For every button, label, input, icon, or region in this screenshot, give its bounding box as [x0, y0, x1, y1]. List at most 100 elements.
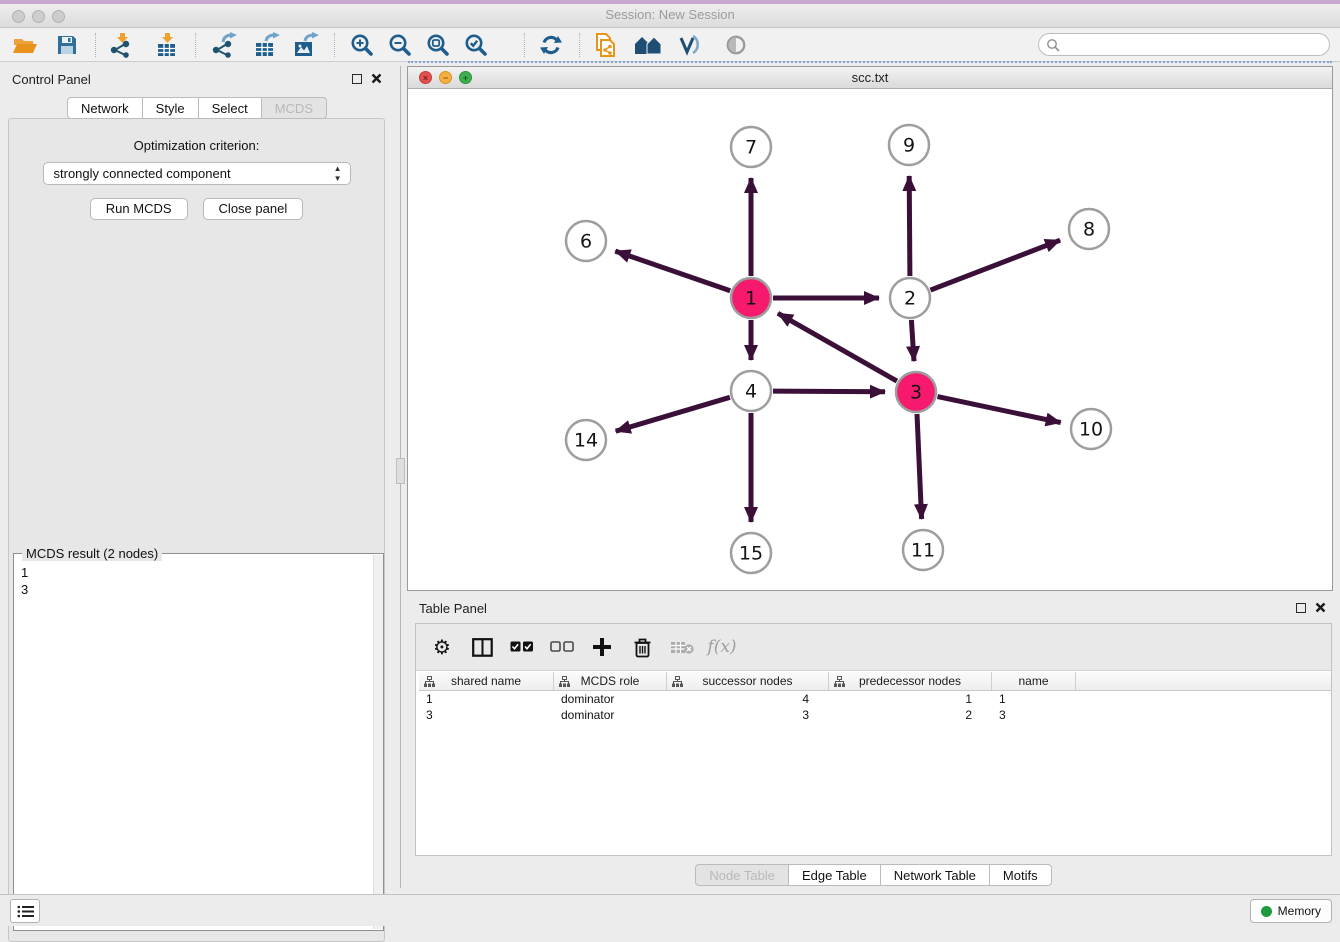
cell-predecessor-nodes[interactable]: 2: [829, 707, 992, 723]
graph-edge-2-3[interactable]: [911, 320, 914, 361]
network-window-titlebar[interactable]: × − + scc.txt: [408, 67, 1332, 89]
criterion-select[interactable]: strongly connected component ▲▼: [43, 162, 351, 185]
column-type-icon: [834, 676, 845, 687]
svg-text:6: 6: [580, 231, 592, 253]
table-toolbar: ⚙: [416, 624, 1331, 671]
zoom-in-button[interactable]: [343, 30, 381, 60]
cell-name[interactable]: 3: [992, 707, 1076, 723]
table-panel-float-icon[interactable]: [1296, 603, 1306, 613]
cell-predecessor-nodes[interactable]: 1: [829, 691, 992, 707]
eye-icon: [725, 34, 747, 56]
column-layout-button[interactable]: [469, 634, 495, 660]
cell-shared-name[interactable]: 1: [419, 691, 554, 707]
table-panel-close-icon[interactable]: [1315, 602, 1326, 613]
table-body: 1dominator4113dominator323: [419, 691, 1331, 723]
clone-network-button[interactable]: [586, 30, 624, 60]
mcds-result-text[interactable]: 1 3: [15, 562, 371, 929]
control-panel-close-icon[interactable]: [371, 73, 382, 84]
save-session-button[interactable]: [48, 30, 86, 60]
column-header-name[interactable]: name: [992, 672, 1076, 690]
graph-node-14[interactable]: 14: [566, 420, 606, 460]
graph-node-7[interactable]: 7: [731, 127, 771, 167]
cell-successor-nodes[interactable]: 4: [667, 691, 829, 707]
column-type-icon: [672, 676, 683, 687]
tab-mcds[interactable]: MCDS: [262, 97, 327, 119]
table-settings-button[interactable]: ⚙: [429, 634, 455, 660]
graph-edge-1-6[interactable]: [615, 251, 730, 291]
graph-edge-3-1[interactable]: [778, 313, 897, 381]
clear-column-selection-button[interactable]: [549, 634, 575, 660]
refresh-view-button[interactable]: [532, 30, 570, 60]
toolbar-separator: [334, 33, 335, 57]
column-header-mcds-role[interactable]: MCDS role: [554, 672, 667, 690]
graph-node-1[interactable]: 1: [731, 278, 771, 318]
graph-node-15[interactable]: 15: [731, 533, 771, 573]
tab-network-table[interactable]: Network Table: [881, 864, 990, 886]
tab-select[interactable]: Select: [199, 97, 262, 119]
column-header-successor-nodes[interactable]: successor nodes: [667, 672, 829, 690]
graph-node-6[interactable]: 6: [566, 221, 606, 261]
svg-text:11: 11: [911, 540, 935, 562]
select-all-columns-button[interactable]: [509, 634, 535, 660]
hide-graphics-details-button[interactable]: [717, 30, 755, 60]
svg-text:9: 9: [903, 135, 915, 157]
cell-name[interactable]: 1: [992, 691, 1076, 707]
graph-node-8[interactable]: 8: [1069, 209, 1109, 249]
export-image-button[interactable]: [286, 30, 324, 60]
plus-icon: [593, 638, 611, 656]
cell-mcds-role[interactable]: dominator: [554, 707, 667, 723]
zoom-fit-button[interactable]: [419, 30, 457, 60]
panel-splitter-handle[interactable]: [396, 458, 405, 484]
search-input[interactable]: [1064, 36, 1329, 54]
control-panel-float-icon[interactable]: [352, 74, 362, 84]
tab-node-table[interactable]: Node Table: [695, 864, 789, 886]
network-canvas[interactable]: 7 9 6 8 1 2 4 3 14 10 15 11: [408, 89, 1332, 590]
zoom-selected-button[interactable]: [457, 30, 495, 60]
graph-node-4[interactable]: 4: [731, 371, 771, 411]
function-builder-icon: f(x): [707, 637, 736, 657]
cell-shared-name[interactable]: 3: [419, 707, 554, 723]
column-header-shared-name[interactable]: shared name: [419, 672, 554, 690]
zoom-out-button[interactable]: [381, 30, 419, 60]
memory-status-icon: [1261, 906, 1272, 917]
graph-edge-3-10[interactable]: [938, 397, 1061, 423]
function-builder-button[interactable]: f(x): [709, 634, 735, 660]
graph-node-3[interactable]: 3: [896, 372, 936, 412]
delete-table-button[interactable]: [669, 634, 695, 660]
export-network-button[interactable]: [204, 30, 242, 60]
tab-edge-table[interactable]: Edge Table: [789, 864, 881, 886]
memory-button[interactable]: Memory: [1250, 899, 1332, 923]
trash-icon: [633, 637, 652, 658]
import-table-icon: [154, 32, 180, 58]
graph-edge-3-11[interactable]: [917, 414, 922, 519]
graph-node-9[interactable]: 9: [889, 125, 929, 165]
close-panel-button[interactable]: Close panel: [203, 198, 304, 220]
graph-node-10[interactable]: 10: [1071, 409, 1111, 449]
import-network-button[interactable]: [102, 30, 140, 60]
column-header-predecessor-nodes[interactable]: predecessor nodes: [829, 672, 992, 690]
import-network-icon: [108, 32, 134, 58]
graph-node-11[interactable]: 11: [903, 530, 943, 570]
tab-style[interactable]: Style: [143, 97, 199, 119]
cell-successor-nodes[interactable]: 3: [667, 707, 829, 723]
open-session-button[interactable]: [6, 30, 44, 60]
graph-edge-4-14[interactable]: [616, 397, 730, 431]
tab-network[interactable]: Network: [67, 97, 143, 119]
show-graphics-details-button[interactable]: [670, 30, 708, 60]
task-history-button[interactable]: [10, 899, 40, 923]
tab-motifs[interactable]: Motifs: [990, 864, 1052, 886]
delete-column-button[interactable]: [629, 634, 655, 660]
cell-mcds-role[interactable]: dominator: [554, 691, 667, 707]
add-column-button[interactable]: [589, 634, 615, 660]
zoom-in-icon: [350, 33, 374, 57]
graph-edge-2-9[interactable]: [909, 176, 910, 276]
result-scrollbar[interactable]: [373, 555, 383, 929]
run-mcds-button[interactable]: Run MCDS: [90, 198, 188, 220]
graph-edge-4-3[interactable]: [773, 391, 885, 392]
home-button[interactable]: [629, 30, 667, 60]
select-all-icon: [510, 641, 534, 653]
graph-edge-2-8[interactable]: [931, 240, 1061, 290]
import-table-button[interactable]: [148, 30, 186, 60]
graph-node-2[interactable]: 2: [890, 278, 930, 318]
export-table-button[interactable]: [247, 30, 285, 60]
